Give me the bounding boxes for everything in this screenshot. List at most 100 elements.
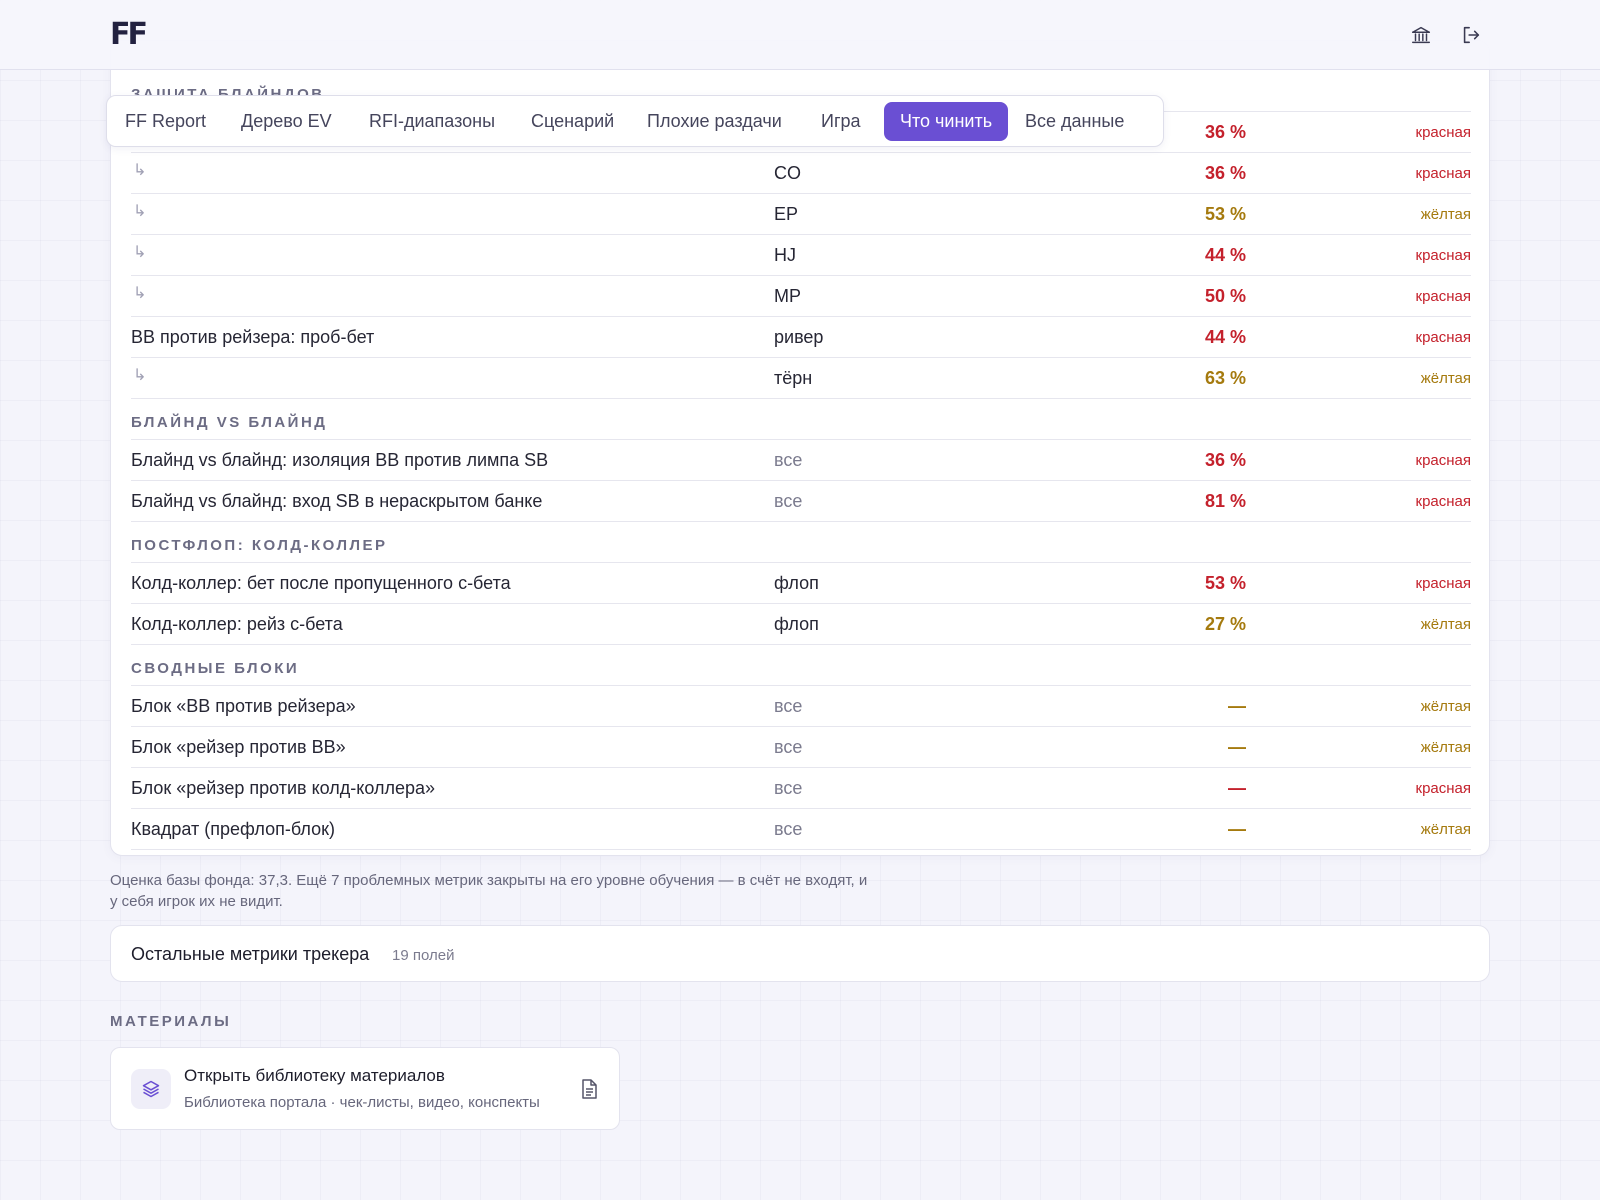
layers-icon [131,1069,171,1109]
table-row[interactable]: Блок «рейзер против колд-коллера» все — кра… [131,768,1471,809]
metric-street: все [774,491,803,511]
metric-street: все [774,450,803,470]
metric-zone: красная [1415,780,1472,797]
metric-zone: жёлтая [1420,821,1471,838]
section-header: Блайнд vs блайнд [131,399,1471,440]
metric-value: — [1228,696,1246,716]
metric-value: 44 % [1204,245,1246,265]
table-row[interactable]: ↳ MP 50 % красная [131,276,1471,317]
table-row[interactable]: BB против рейзера: проб-бет ривер 44 % крас… [131,317,1471,358]
metric-zone: красная [1415,165,1472,182]
metric-name: Квадрат (префлоп-блок) [131,819,335,839]
sub-row-arrow-icon: ↳ [133,203,147,220]
table-row[interactable]: Колд-коллер: рейз с-бета флоп 27 % жёлтая [131,604,1471,645]
table-row[interactable]: ↳ тёрн 63 % жёлтая [131,358,1471,399]
metric-zone: красная [1415,493,1472,510]
tab-5[interactable]: Игра [821,102,861,141]
metric-street: CO [774,163,801,183]
metric-zone: красная [1415,575,1472,592]
metric-street: EP [774,204,799,224]
tab-0[interactable]: FF Report [125,102,206,141]
metric-name: Блайнд vs блайнд: вход SB в нераскрытом … [131,491,543,511]
metric-street: все [774,819,803,839]
tab-2[interactable]: RFI-диапазоны [369,102,495,141]
tab-6[interactable]: Что чинить [884,102,1009,141]
metric-name: Блок «рейзер против BB» [131,737,346,757]
logout-icon[interactable] [1460,24,1482,46]
metric-street: флоп [774,614,819,634]
table-row[interactable]: Блок «рейзер против BB» все — жёлтая [131,727,1471,768]
metric-street: все [774,737,803,757]
other-metrics-toggle[interactable]: Остальные метрики трекера 19 полей [110,925,1490,982]
table-row[interactable]: ↳ HJ 44 % красная [131,235,1471,276]
metric-zone: красная [1415,247,1472,264]
metric-name: Блайнд vs блайнд: изоляция BB против лим… [131,450,549,470]
document-icon [582,1079,597,1099]
metric-zone: красная [1415,329,1472,346]
tab-1[interactable]: Дерево EV [241,102,332,141]
metric-street: ривер [774,327,824,347]
bank-icon[interactable] [1410,24,1432,46]
table-row[interactable]: Блок «BB против рейзера» все — жёлтая [131,686,1471,727]
table-row[interactable]: Блайнд vs блайнд: вход SB в нераскрытом … [131,481,1471,522]
tab-7[interactable]: Все данные [1025,102,1124,141]
section-title: Постфлоп: колд-коллер [131,537,388,554]
top-bar: FF [0,0,1600,70]
table-row[interactable]: ↳ EP 53 % жёлтая [131,194,1471,235]
metric-value: — [1228,819,1246,839]
report-tabs: FF Report Дерево EV RFI-диапазоны Сценарий П… [106,95,1164,147]
sub-row-arrow-icon: ↳ [133,285,147,302]
metric-street: тёрн [774,368,813,388]
tab-4[interactable]: Плохие раздачи [647,102,782,141]
sub-row-arrow-icon: ↳ [133,162,147,179]
metric-street: HJ [774,245,796,265]
base-score-note: Оценка базы фонда: 37,3. Ещё 7 проблемны… [110,872,868,910]
metric-street: флоп [774,573,819,593]
other-metrics-count: 19 полей [392,947,455,964]
metric-value: 50 % [1204,286,1246,306]
metric-zone: красная [1415,288,1472,305]
metric-name: Блок «BB против рейзера» [131,696,356,716]
sub-row-arrow-icon: ↳ [133,244,147,261]
materials-library-card[interactable]: Открыть библиотеку материалов Библиотека… [110,1047,620,1130]
metric-value: 44 % [1204,327,1246,347]
table-row[interactable]: Колд-коллер: бет после пропущенного с-бе… [131,563,1471,604]
section-title: Сводные блоки [131,660,300,677]
metric-value: 53 % [1204,204,1246,224]
metric-value: 81 % [1204,491,1246,511]
materials-card-title: Открыть библиотеку материалов [184,1066,445,1085]
metric-zone: жёлтая [1420,616,1471,633]
metric-zone: жёлтая [1420,698,1471,715]
metric-value: — [1228,737,1246,757]
table-row[interactable]: Блайнд vs блайнд: изоляция BB против лим… [131,440,1471,481]
metric-street: все [774,778,803,798]
tab-3[interactable]: Сценарий [531,102,614,141]
section-title: Блайнд vs блайнд [131,414,328,431]
metric-zone: красная [1415,452,1472,469]
metric-zone: красная [1415,124,1472,141]
metric-zone: жёлтая [1420,739,1471,756]
logo[interactable]: FF [110,20,148,50]
metric-zone: жёлтая [1420,206,1471,223]
fix-table: Защита блайндов36 %красная↳CO36 %красная… [131,71,1471,850]
fix-list-card: Защита блайндов36 %красная↳CO36 %красная… [110,40,1490,856]
section-header: Постфлоп: колд-коллер [131,522,1471,563]
metric-value: 36 % [1204,450,1246,470]
metric-name: Колд-коллер: рейз с-бета [131,614,343,634]
metric-street: MP [774,286,801,306]
metric-name: Блок «рейзер против колд-коллера» [131,778,436,798]
metric-name: BB против рейзера: проб-бет [131,327,375,347]
section-header: Сводные блоки [131,645,1471,686]
materials-heading: Материалы [110,1013,232,1030]
metric-value: — [1228,778,1246,798]
metric-zone: жёлтая [1420,370,1471,387]
metric-name: Колд-коллер: бет после пропущенного с-бе… [131,573,511,593]
metric-value: 36 % [1204,163,1246,183]
metric-street: все [774,696,803,716]
metric-value: 36 % [1204,122,1246,142]
metric-value: 27 % [1204,614,1246,634]
other-metrics-title: Остальные метрики трекера [131,944,370,964]
table-row[interactable]: Квадрат (префлоп-блок) все — жёлтая [131,809,1471,850]
table-row[interactable]: ↳ CO 36 % красная [131,153,1471,194]
materials-card-subtitle: Библиотека портала · чек-листы, видео, к… [184,1094,540,1111]
